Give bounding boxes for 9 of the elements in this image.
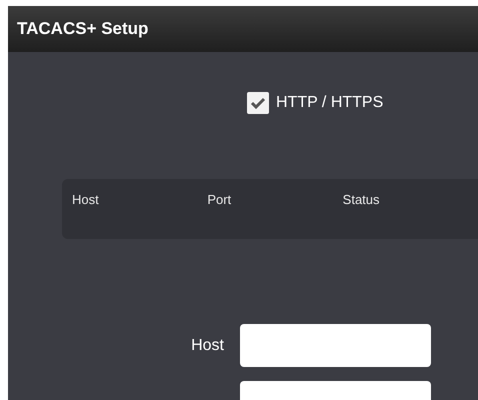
column-header: Status (342, 191, 381, 209)
window-title: TACACS+ Setup (17, 18, 148, 40)
field-label: Host (191, 336, 224, 356)
column-header: Port (207, 191, 232, 209)
checkbox-label: HTTP / HTTPS (276, 93, 384, 113)
input-field[interactable] (240, 324, 431, 367)
checkbox[interactable] (247, 92, 269, 114)
checkmark-icon (250, 96, 266, 110)
column-header: Host (72, 191, 100, 209)
